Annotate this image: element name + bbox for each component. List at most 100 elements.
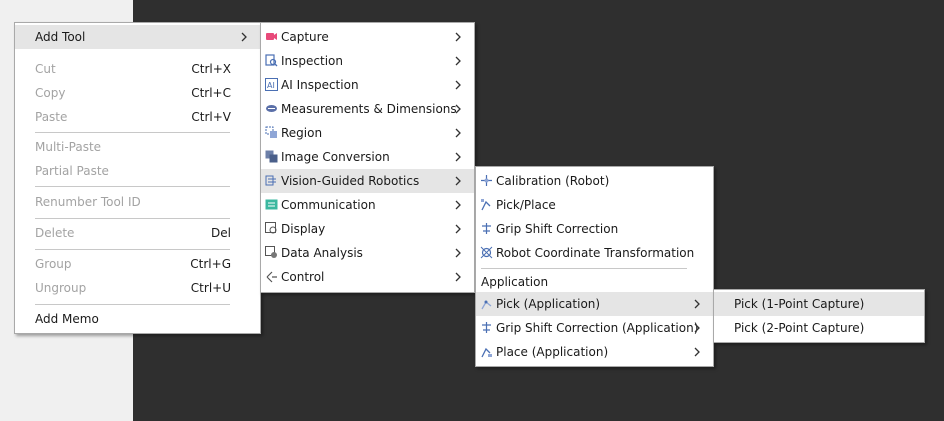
menu-item-label: Place (Application) <box>496 345 609 359</box>
chevron-right-icon <box>694 347 700 357</box>
communication-icon <box>265 199 278 210</box>
chevron-right-icon <box>455 104 461 114</box>
application-section-header: Application <box>481 275 549 289</box>
menu-item-group[interactable]: Group Ctrl+G <box>15 252 260 276</box>
menu-item-multi-paste[interactable]: Multi-Paste <box>15 135 260 159</box>
menu-item-image-conversion[interactable]: Image Conversion <box>261 145 474 169</box>
chevron-right-icon <box>455 272 461 282</box>
menu-item-label: Delete <box>35 226 75 240</box>
menu-item-label: Display <box>281 222 326 236</box>
menu-item-vision-guided-robotics[interactable]: Vision-Guided Robotics <box>261 169 474 193</box>
menu-item-label: Robot Coordinate Transformation <box>496 246 695 260</box>
chevron-right-icon <box>455 56 461 66</box>
chevron-right-icon <box>455 32 461 42</box>
menu-item-label: Multi-Paste <box>35 140 102 154</box>
menu-item-paste[interactable]: Paste Ctrl+V <box>15 105 260 129</box>
chevron-right-icon <box>455 80 461 90</box>
menu-item-label: Paste <box>35 110 68 124</box>
chevron-right-icon <box>455 152 461 162</box>
menu-item-label: Pick (Application) <box>496 297 601 311</box>
shortcut-label: Ctrl+G <box>190 257 231 271</box>
region-icon <box>265 126 277 138</box>
menu-item-delete[interactable]: Delete Del <box>15 221 260 245</box>
menu-item-label: Calibration (Robot) <box>496 174 610 188</box>
add-tool-submenu: Capture Inspection AI AI Inspection Meas… <box>260 22 475 293</box>
chevron-right-icon <box>694 299 700 309</box>
vgr-submenu: Calibration (Robot) Pick/Place Grip Shif… <box>475 166 714 367</box>
menu-item-label: Vision-Guided Robotics <box>281 174 420 188</box>
menu-item-display[interactable]: Display <box>261 217 474 241</box>
display-icon <box>265 222 277 234</box>
menu-item-label: Ungroup <box>35 281 87 295</box>
coordinate-transform-icon <box>480 246 493 259</box>
menu-item-label: Cut <box>35 62 56 76</box>
shortcut-label: Del <box>211 226 231 240</box>
chevron-right-icon <box>455 200 461 210</box>
menu-item-label: Grip Shift Correction <box>496 222 619 236</box>
shortcut-label: Ctrl+V <box>191 110 231 124</box>
menu-item-cut[interactable]: Cut Ctrl+X <box>15 57 260 81</box>
menu-item-measurements[interactable]: Measurements & Dimensions <box>261 97 474 121</box>
menu-item-label: Image Conversion <box>281 150 390 164</box>
context-menu: Add Tool Cut Ctrl+X Copy Ctrl+C Paste Ct… <box>14 22 261 334</box>
menu-item-label: AI Inspection <box>281 78 359 92</box>
data-analysis-icon <box>265 246 277 258</box>
menu-item-label: Inspection <box>281 54 343 68</box>
menu-item-control[interactable]: Control <box>261 265 474 289</box>
robotics-icon <box>265 175 276 186</box>
chevron-right-icon <box>241 32 247 42</box>
svg-text:AI: AI <box>267 81 275 90</box>
place-icon <box>481 347 492 358</box>
menu-item-label: Group <box>35 257 72 271</box>
ai-icon: AI <box>265 78 278 91</box>
menu-separator <box>35 304 230 305</box>
menu-item-add-tool[interactable]: Add Tool <box>15 25 260 49</box>
menu-item-place-application[interactable]: Place (Application) <box>476 340 713 364</box>
menu-item-label: Control <box>281 270 325 284</box>
pick-place-icon <box>481 199 491 211</box>
pick-icon <box>481 300 492 310</box>
menu-item-data-analysis[interactable]: Data Analysis <box>261 241 474 265</box>
menu-item-pick-2-point[interactable]: Pick (2-Point Capture) <box>714 316 924 340</box>
menu-item-capture[interactable]: Capture <box>261 25 474 49</box>
menu-separator <box>481 268 687 269</box>
menu-item-robot-coordinate-transformation[interactable]: Robot Coordinate Transformation <box>476 241 713 265</box>
menu-item-label: Partial Paste <box>35 164 109 178</box>
shortcut-label: Ctrl+X <box>191 62 231 76</box>
menu-item-communication[interactable]: Communication <box>261 193 474 217</box>
menu-item-grip-shift-correction[interactable]: Grip Shift Correction <box>476 217 713 241</box>
chevron-right-icon <box>455 128 461 138</box>
chevron-right-icon <box>455 248 461 258</box>
menu-item-label: Pick (2-Point Capture) <box>734 321 865 335</box>
inspection-icon <box>265 54 278 67</box>
menu-item-label: Data Analysis <box>281 246 363 260</box>
measure-icon <box>266 105 277 112</box>
menu-item-renumber[interactable]: Renumber Tool ID <box>15 190 260 214</box>
menu-item-inspection[interactable]: Inspection <box>261 49 474 73</box>
grip-shift-icon <box>482 223 491 234</box>
camera-icon <box>266 33 277 40</box>
menu-separator <box>35 218 230 219</box>
menu-item-label: Pick/Place <box>496 198 556 212</box>
menu-separator <box>35 132 230 133</box>
pick-application-submenu: Pick (1-Point Capture) Pick (2-Point Cap… <box>713 289 925 343</box>
menu-item-pick-place[interactable]: Pick/Place <box>476 193 713 217</box>
menu-item-region[interactable]: Region <box>261 121 474 145</box>
menu-item-pick-1-point[interactable]: Pick (1-Point Capture) <box>714 292 924 316</box>
menu-item-pick-application[interactable]: Pick (Application) <box>476 292 713 316</box>
menu-item-add-memo[interactable]: Add Memo <box>15 307 260 331</box>
menu-item-label: Add Tool <box>35 30 86 44</box>
control-icon <box>266 271 277 283</box>
shortcut-label: Ctrl+C <box>191 86 231 100</box>
menu-item-label: Add Memo <box>35 312 99 326</box>
menu-item-copy[interactable]: Copy Ctrl+C <box>15 81 260 105</box>
menu-item-grip-shift-correction-application[interactable]: Grip Shift Correction (Application) <box>476 316 713 340</box>
menu-separator <box>35 249 230 250</box>
chevron-right-icon <box>694 323 700 333</box>
menu-item-partial-paste[interactable]: Partial Paste <box>15 159 260 183</box>
menu-item-label: Renumber Tool ID <box>35 195 141 209</box>
menu-item-calibration-robot[interactable]: Calibration (Robot) <box>476 169 713 193</box>
menu-item-label: Capture <box>281 30 329 44</box>
menu-item-ungroup[interactable]: Ungroup Ctrl+U <box>15 276 260 300</box>
menu-item-ai-inspection[interactable]: AI AI Inspection <box>261 73 474 97</box>
